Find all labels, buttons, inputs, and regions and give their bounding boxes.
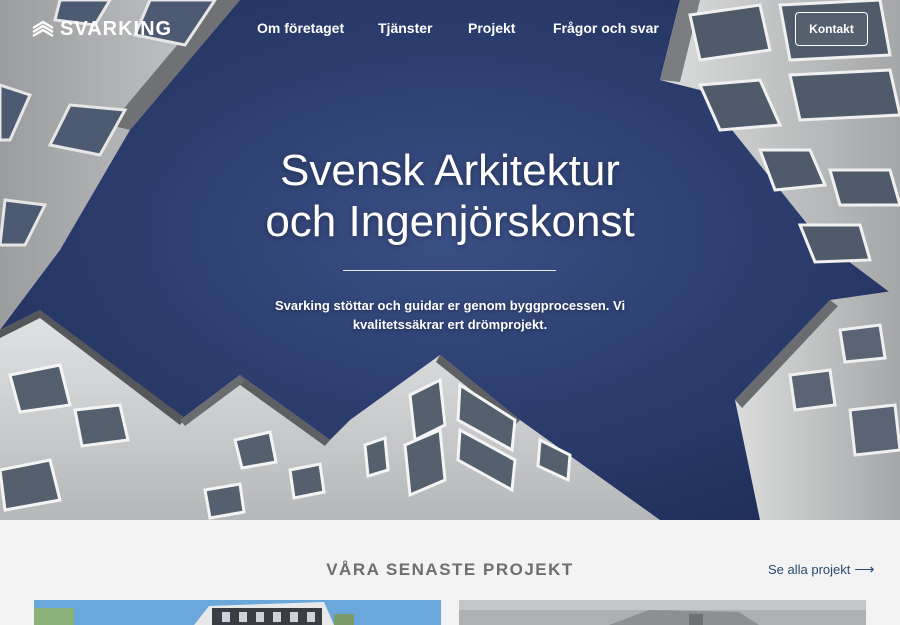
nav-link-projekt[interactable]: Projekt — [468, 20, 515, 36]
see-all-projects-label: Se alla projekt — [768, 562, 851, 577]
nav-link-om-foretaget[interactable]: Om företaget — [257, 20, 344, 36]
project-image-1 — [34, 600, 441, 625]
hero-background-image — [0, 0, 900, 520]
hero-section: SVARKING Om företaget Tjänster Projekt F… — [0, 0, 900, 520]
hero-title-line-2: och Ingenjörskonst — [265, 197, 635, 246]
project-card-1[interactable] — [34, 600, 441, 625]
arrow-right-icon: ⟶ — [854, 561, 875, 577]
latest-projects-section: VÅRA SENASTE PROJEKT Se alla projekt ⟶ — [0, 520, 900, 625]
hero-subtitle: Svarking stöttar och guidar er genom byg… — [270, 296, 630, 334]
main-navigation: Om företaget Tjänster Projekt Frågor och… — [0, 20, 900, 40]
hero-title: Svensk Arkitektur och Ingenjörskonst — [150, 145, 750, 247]
project-card-2[interactable] — [459, 600, 866, 625]
project-image-2 — [459, 600, 866, 625]
top-navigation-bar: SVARKING Om företaget Tjänster Projekt F… — [0, 0, 900, 58]
nav-link-tjanster[interactable]: Tjänster — [378, 20, 432, 36]
hero-divider — [343, 270, 556, 271]
nav-link-fragor-och-svar[interactable]: Frågor och svar — [553, 20, 659, 36]
hero-subtitle-line-2: kvalitetssäkrar ert drömprojekt. — [352, 317, 548, 332]
hero-subtitle-line-1: Svarking stöttar och guidar er genom byg… — [274, 298, 626, 313]
see-all-projects-link[interactable]: Se alla projekt ⟶ — [768, 562, 874, 577]
hero-title-line-1: Svensk Arkitektur — [280, 146, 620, 195]
contact-button[interactable]: Kontakt — [795, 12, 868, 46]
projects-section-title: VÅRA SENASTE PROJEKT — [326, 560, 574, 579]
